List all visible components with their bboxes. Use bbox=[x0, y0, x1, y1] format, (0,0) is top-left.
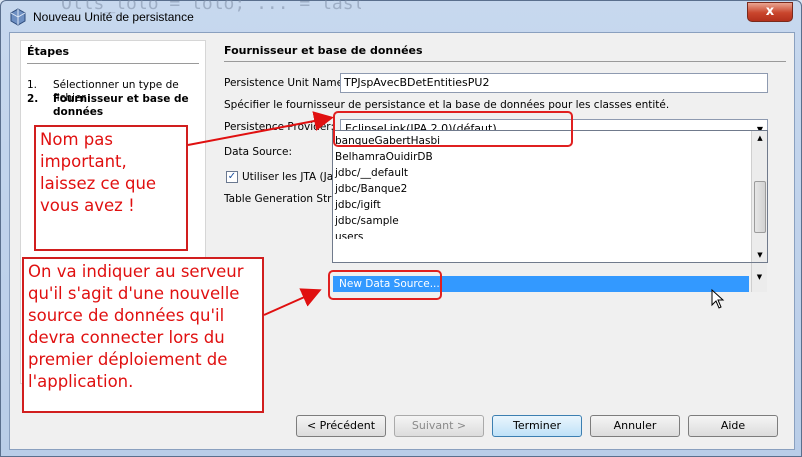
arrow-to-unit-name bbox=[187, 111, 334, 146]
annotation-arrows bbox=[187, 111, 725, 316]
arrow-to-new-data-source bbox=[263, 288, 322, 316]
mouse-cursor-icon bbox=[711, 288, 725, 309]
